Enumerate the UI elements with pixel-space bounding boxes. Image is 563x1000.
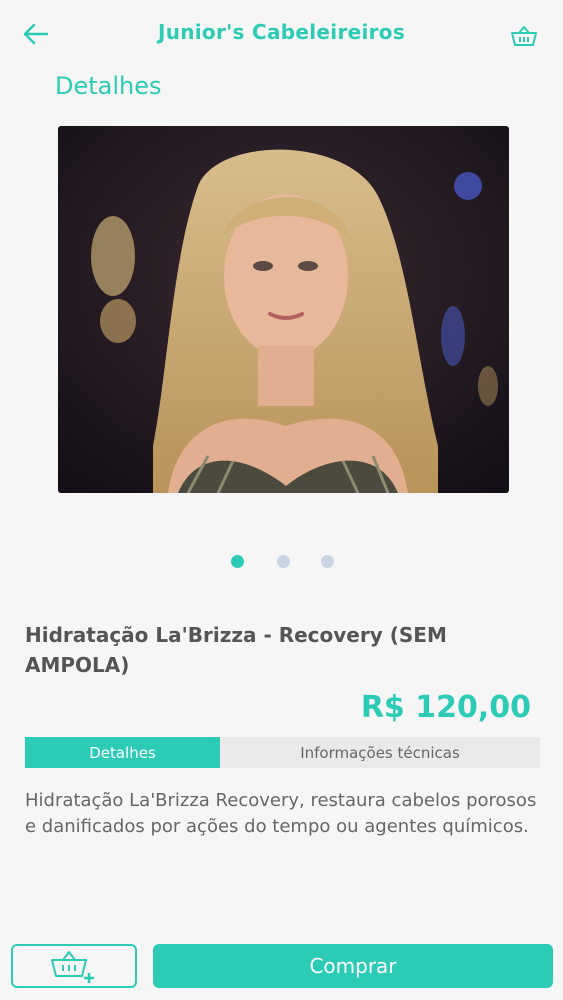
carousel-dot-1[interactable] (231, 555, 244, 568)
app-header: Junior's Cabeleireiros (0, 0, 563, 68)
tab-informacoes-tecnicas[interactable]: Informações técnicas (220, 737, 540, 768)
app-title: Junior's Cabeleireiros (157, 20, 406, 44)
product-photo (58, 126, 509, 493)
tab-detalhes[interactable]: Detalhes (25, 737, 220, 768)
buy-button[interactable]: Comprar (153, 944, 553, 988)
carousel-dot-2[interactable] (277, 555, 290, 568)
basket-icon (511, 26, 537, 46)
basket-plus-icon (51, 951, 94, 983)
product-description: Hidratação La'Brizza Recovery, restaura … (25, 790, 537, 837)
section-title: Detalhes (55, 72, 162, 100)
product-name: Hidratação La'Brizza - Recovery (SEM AMP… (25, 623, 447, 677)
carousel-indicators (0, 555, 563, 569)
add-to-cart-button[interactable] (11, 944, 137, 988)
cart-button[interactable] (509, 22, 539, 50)
product-image-carousel[interactable] (58, 126, 509, 493)
detail-tabs: Detalhes Informações técnicas (25, 737, 540, 768)
carousel-dot-3[interactable] (321, 555, 334, 568)
product-price: R$ 120,00 (360, 690, 531, 725)
